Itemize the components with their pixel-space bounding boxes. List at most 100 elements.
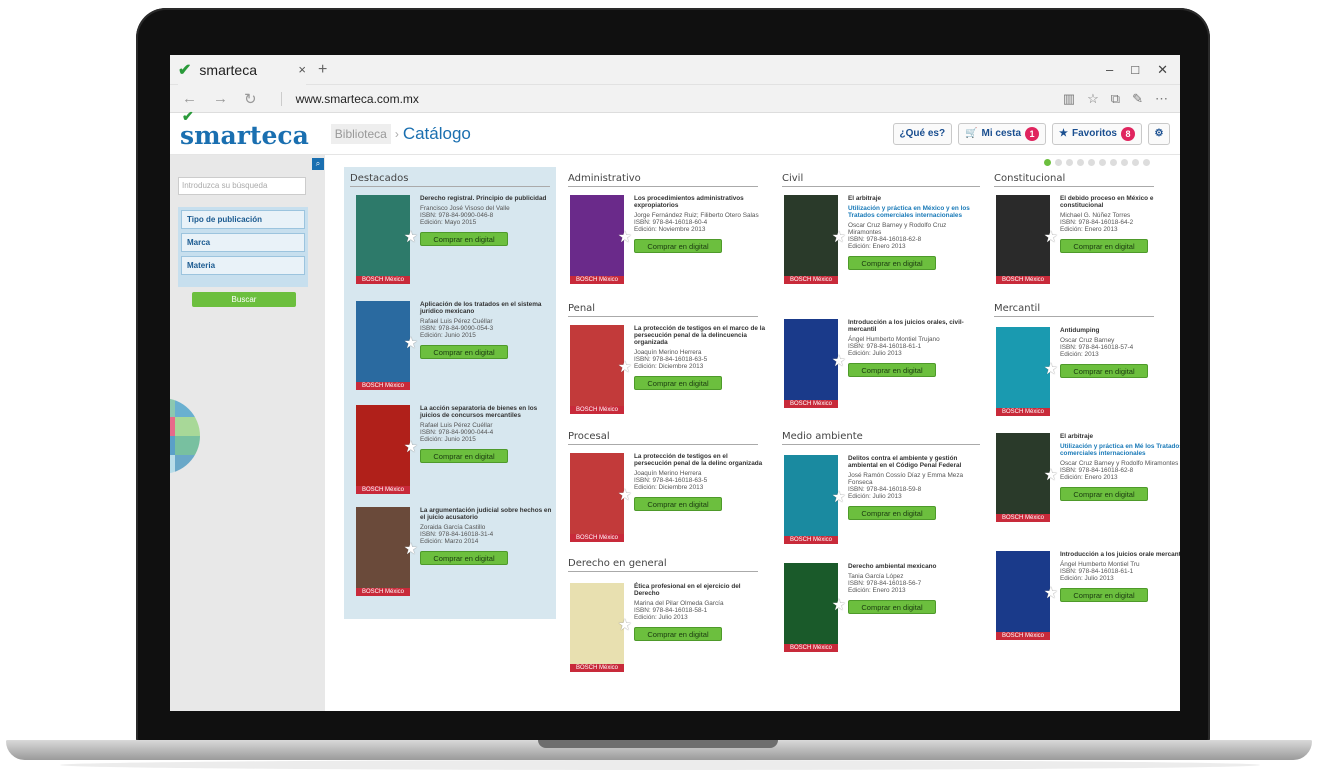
favorite-star-icon[interactable]: ★ xyxy=(618,227,632,247)
buy-digital-button[interactable]: Comprar en digital xyxy=(848,256,936,270)
book-cover[interactable]: ★ BOSCH México xyxy=(570,195,632,284)
book-card[interactable]: ★ BOSCH México Antidumping Oscar Cruz Ba… xyxy=(996,327,1180,416)
carousel-dot[interactable] xyxy=(1143,159,1150,166)
buy-digital-button[interactable]: Comprar en digital xyxy=(634,497,722,511)
brand-logo[interactable]: ✔ smarteca xyxy=(180,109,309,150)
book-card[interactable]: ★ BOSCH México Los procedimientos admini… xyxy=(570,195,766,284)
filter-marca[interactable]: Marca xyxy=(181,233,305,252)
book-cover[interactable]: ★ BOSCH México xyxy=(356,195,418,284)
book-cover[interactable]: ★ BOSCH México xyxy=(570,453,632,542)
buy-digital-button[interactable]: Comprar en digital xyxy=(848,363,936,377)
reading-view-icon[interactable]: ▥ xyxy=(1063,91,1075,107)
que-es-button[interactable]: ¿Qué es? xyxy=(892,122,953,145)
buy-digital-button[interactable]: Comprar en digital xyxy=(1060,364,1148,378)
cesta-button[interactable]: 🛒 Mi cesta 1 xyxy=(958,122,1047,145)
minimize-button[interactable]: – xyxy=(1106,62,1113,78)
book-cover[interactable]: ★ BOSCH México xyxy=(996,433,1058,522)
book-card[interactable]: ★ BOSCH México Delitos contra el ambient… xyxy=(784,455,980,544)
book-cover[interactable]: ★ BOSCH México xyxy=(996,327,1058,416)
book-card[interactable]: ★ BOSCH México Derecho registral. Princi… xyxy=(356,195,552,284)
carousel-dot[interactable] xyxy=(1066,159,1073,166)
book-card[interactable]: ★ BOSCH México La protección de testigos… xyxy=(570,325,766,414)
buy-digital-button[interactable]: Comprar en digital xyxy=(1060,239,1148,253)
carousel-dot[interactable] xyxy=(1077,159,1084,166)
buy-digital-button[interactable]: Comprar en digital xyxy=(848,506,936,520)
book-cover[interactable]: ★ BOSCH México xyxy=(356,301,418,390)
favorite-star-icon[interactable]: ★ xyxy=(832,227,846,247)
carousel-dot[interactable] xyxy=(1088,159,1095,166)
book-card[interactable]: ★ BOSCH México La argumentación judicial… xyxy=(356,507,552,596)
favorite-star-icon[interactable]: ★ xyxy=(618,615,632,635)
breadcrumb-biblioteca[interactable]: Biblioteca xyxy=(330,123,391,144)
carousel-dot[interactable] xyxy=(1099,159,1106,166)
book-cover[interactable]: ★ BOSCH México xyxy=(570,325,632,414)
carousel-dot[interactable] xyxy=(1055,159,1062,166)
new-tab-button[interactable]: + xyxy=(318,61,327,79)
favorite-star-icon[interactable]: ★ xyxy=(832,487,846,507)
search-icon[interactable]: ⌕ xyxy=(312,158,324,170)
book-card[interactable]: ★ BOSCH México El arbitraje Utilización … xyxy=(996,433,1180,522)
buy-digital-button[interactable]: Comprar en digital xyxy=(1060,487,1148,501)
book-cover[interactable]: ★ BOSCH México xyxy=(784,195,846,284)
favorite-star-icon[interactable]: ★ xyxy=(1044,359,1058,379)
buscar-button[interactable]: Buscar xyxy=(192,292,296,307)
favorite-star-icon[interactable]: ★ xyxy=(618,485,632,505)
book-card[interactable]: ★ BOSCH México El arbitraje Utilización … xyxy=(784,195,980,284)
favorite-star-icon[interactable]: ★ xyxy=(404,539,418,559)
favorite-star-icon[interactable]: ★ xyxy=(832,595,846,615)
book-cover[interactable]: ★ BOSCH México xyxy=(784,563,846,652)
carousel-dot[interactable] xyxy=(1110,159,1117,166)
book-cover[interactable]: ★ BOSCH México xyxy=(356,405,418,494)
carousel-dot[interactable] xyxy=(1044,159,1051,166)
refresh-icon[interactable]: ↻ xyxy=(244,90,257,108)
book-card[interactable]: ★ BOSCH México Introducción a los juicio… xyxy=(784,319,980,408)
back-icon[interactable]: ← xyxy=(182,90,197,108)
close-window-button[interactable]: ✕ xyxy=(1157,62,1168,78)
book-card[interactable]: ★ BOSCH México Derecho ambiental mexican… xyxy=(784,563,980,652)
favorite-star-icon[interactable]: ★ xyxy=(404,227,418,247)
book-card[interactable]: ★ BOSCH México La acción separatoria de … xyxy=(356,405,552,494)
book-cover[interactable]: ★ BOSCH México xyxy=(996,195,1058,284)
more-icon[interactable]: ⋯ xyxy=(1155,91,1168,107)
favorite-star-icon[interactable]: ★ xyxy=(404,437,418,457)
carousel-dot[interactable] xyxy=(1132,159,1139,166)
favoritos-button[interactable]: ★ Favoritos 8 xyxy=(1052,122,1142,145)
book-cover[interactable]: ★ BOSCH México xyxy=(996,551,1058,640)
buy-digital-button[interactable]: Comprar en digital xyxy=(420,232,508,246)
book-card[interactable]: ★ BOSCH México La protección de testigos… xyxy=(570,453,766,542)
filter-tipo[interactable]: Tipo de publicación xyxy=(181,210,305,229)
buy-digital-button[interactable]: Comprar en digital xyxy=(848,600,936,614)
search-input[interactable]: Introduzca su búsqueda xyxy=(178,177,306,195)
book-cover[interactable]: ★ BOSCH México xyxy=(570,583,632,672)
forward-icon[interactable]: → xyxy=(213,90,228,108)
hub-icon[interactable]: ⧉ xyxy=(1111,91,1120,107)
favorite-star-icon[interactable]: ☆ xyxy=(1087,91,1099,107)
buy-digital-button[interactable]: Comprar en digital xyxy=(634,627,722,641)
favorite-star-icon[interactable]: ★ xyxy=(618,357,632,377)
favorite-star-icon[interactable]: ★ xyxy=(832,351,846,371)
tab-close-icon[interactable]: × xyxy=(298,62,306,77)
book-card[interactable]: ★ BOSCH México Introducción a los juicio… xyxy=(996,551,1180,640)
buy-digital-button[interactable]: Comprar en digital xyxy=(634,239,722,253)
book-card[interactable]: ★ BOSCH México El debido proceso en Méxi… xyxy=(996,195,1180,284)
book-cover[interactable]: ★ BOSCH México xyxy=(784,319,846,408)
browser-tab[interactable]: ✔ smarteca × xyxy=(178,55,306,85)
buy-digital-button[interactable]: Comprar en digital xyxy=(420,449,508,463)
buy-digital-button[interactable]: Comprar en digital xyxy=(634,376,722,390)
book-card[interactable]: ★ BOSCH México Aplicación de los tratado… xyxy=(356,301,552,390)
maximize-button[interactable]: □ xyxy=(1131,62,1139,78)
filter-materia[interactable]: Materia xyxy=(181,256,305,275)
book-cover[interactable]: ★ BOSCH México xyxy=(784,455,846,544)
favorite-star-icon[interactable]: ★ xyxy=(1044,227,1058,247)
favorite-star-icon[interactable]: ★ xyxy=(404,333,418,353)
buy-digital-button[interactable]: Comprar en digital xyxy=(420,551,508,565)
url-field[interactable]: www.smarteca.com.mx xyxy=(280,91,419,106)
settings-gear-icon[interactable]: ⚙ xyxy=(1148,122,1170,145)
buy-digital-button[interactable]: Comprar en digital xyxy=(1060,588,1148,602)
carousel-dot[interactable] xyxy=(1121,159,1128,166)
book-card[interactable]: ★ BOSCH México Ética profesional en el e… xyxy=(570,583,766,672)
notes-icon[interactable]: ✎ xyxy=(1132,91,1143,107)
buy-digital-button[interactable]: Comprar en digital xyxy=(420,345,508,359)
book-cover[interactable]: ★ BOSCH México xyxy=(356,507,418,596)
favorite-star-icon[interactable]: ★ xyxy=(1044,465,1058,485)
